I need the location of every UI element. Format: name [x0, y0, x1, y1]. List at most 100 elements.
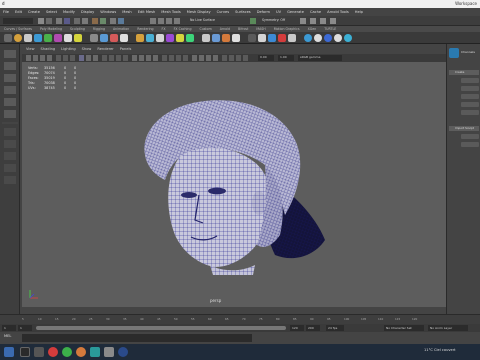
disc-icon[interactable] — [74, 34, 82, 42]
extrude-icon[interactable] — [136, 34, 144, 42]
maya-icon[interactable] — [90, 347, 100, 357]
create-button-1[interactable] — [461, 78, 479, 83]
range-start-field[interactable]: 1 — [18, 325, 32, 331]
menu-windows[interactable]: Windows — [100, 8, 116, 16]
panel-menu-panels[interactable]: Panels — [120, 44, 132, 54]
menu-mesh[interactable]: Mesh — [122, 8, 131, 16]
planar-map-icon[interactable] — [268, 34, 276, 42]
menu-mesh-tools[interactable]: Mesh Tools — [161, 8, 180, 16]
shelf-gear-icon[interactable] — [4, 34, 12, 42]
menu-deform[interactable]: Deform — [257, 8, 270, 16]
cube-icon[interactable] — [24, 34, 32, 42]
firefox-icon[interactable] — [76, 347, 86, 357]
separate-icon[interactable] — [100, 34, 108, 42]
menu-edit[interactable]: Edit — [15, 8, 22, 16]
import-button-2[interactable] — [461, 142, 479, 147]
file-explorer-icon[interactable] — [34, 347, 44, 357]
menu-create[interactable]: Create — [28, 8, 40, 16]
menu-arnold-tools[interactable]: Arnold Tools — [327, 8, 349, 16]
menu-help[interactable]: Help — [355, 8, 363, 16]
cone-icon[interactable] — [44, 34, 52, 42]
cylinder-icon[interactable] — [34, 34, 42, 42]
range-end-field[interactable]: 120 — [290, 325, 304, 331]
task-view-icon[interactable] — [20, 347, 30, 357]
status-line-icons[interactable] — [0, 16, 480, 26]
menu-curves[interactable]: Curves — [217, 8, 229, 16]
weather-widget[interactable]: 11°C Ciel couvert — [424, 348, 456, 352]
panel-menu-shading[interactable]: Shading — [41, 44, 56, 54]
viewport-toolbar-icons[interactable] — [22, 54, 446, 62]
modeling-toolkit-icon[interactable] — [449, 48, 459, 58]
smooth-brush-icon[interactable] — [314, 34, 322, 42]
time-slider[interactable]: 5 10 15 20 25 30 35 40 45 50 55 60 65 70… — [0, 314, 480, 324]
panel-menu-lighting[interactable]: Lighting — [61, 44, 76, 54]
flatten-brush-icon[interactable] — [344, 34, 352, 42]
plane-icon[interactable] — [64, 34, 72, 42]
gamma-field[interactable]: 1.00 — [280, 55, 287, 59]
workspace-label[interactable]: Workspace — [455, 0, 477, 8]
anim-layer-select[interactable]: No Anim Layer — [428, 325, 468, 331]
menu-surfaces[interactable]: Surfaces — [235, 8, 251, 16]
bevel-icon[interactable] — [156, 34, 164, 42]
uv-editor-icon[interactable] — [248, 34, 256, 42]
head-mesh[interactable] — [115, 95, 335, 275]
fill-hole-icon[interactable] — [176, 34, 184, 42]
extract-icon[interactable] — [110, 34, 118, 42]
menu-modify[interactable]: Modify — [63, 8, 75, 16]
import-button-1[interactable] — [461, 134, 479, 139]
section-import-sculpt[interactable]: Import Sculpt — [449, 126, 479, 131]
symmetry-label[interactable]: Symmetry: Off — [262, 18, 285, 22]
browser-icon[interactable] — [118, 347, 128, 357]
bridge-icon[interactable] — [146, 34, 154, 42]
opera-icon[interactable] — [48, 347, 58, 357]
create-button-4[interactable] — [461, 102, 479, 107]
sphere-icon[interactable] — [14, 34, 22, 42]
relax-brush-icon[interactable] — [334, 34, 342, 42]
colorspace-select[interactable]: sRGB gamma — [300, 55, 320, 59]
append-icon[interactable] — [166, 34, 174, 42]
fps-select[interactable]: 24 fps — [326, 325, 344, 331]
chrome-icon[interactable] — [62, 347, 72, 357]
menu-edit-mesh[interactable]: Edit Mesh — [138, 8, 156, 16]
create-button-5[interactable] — [461, 110, 479, 115]
menu-mesh-display[interactable]: Mesh Display — [187, 8, 211, 16]
multi-cut-icon[interactable] — [186, 34, 194, 42]
character-set-select[interactable]: No Character Set — [384, 325, 424, 331]
exposure-field[interactable]: 0.00 — [260, 55, 267, 59]
menu-display[interactable]: Display — [81, 8, 94, 16]
smooth-icon[interactable] — [120, 34, 128, 42]
anim-end-field[interactable]: 200 — [306, 325, 320, 331]
range-bar[interactable] — [36, 326, 286, 330]
panel-menu-show[interactable]: Show — [82, 44, 92, 54]
panel-tab-label[interactable]: Channels — [461, 50, 475, 54]
app-icon[interactable] — [104, 347, 114, 357]
section-create[interactable]: Create — [449, 70, 479, 75]
toolbox — [0, 44, 20, 314]
create-button-2[interactable] — [461, 86, 479, 91]
menu-generate[interactable]: Generate — [287, 8, 304, 16]
connect-icon[interactable] — [212, 34, 220, 42]
create-button-3[interactable] — [461, 94, 479, 99]
toolbox-icons[interactable] — [0, 44, 20, 314]
panel-menu-view[interactable]: View — [26, 44, 35, 54]
menu-file[interactable]: File — [3, 8, 9, 16]
target-weld-icon[interactable] — [202, 34, 210, 42]
torus-icon[interactable] — [54, 34, 62, 42]
checker-icon[interactable] — [258, 34, 266, 42]
mel-label[interactable]: MEL — [4, 334, 11, 338]
panel-menu-renderer[interactable]: Renderer — [97, 44, 113, 54]
anim-start-field[interactable]: 1 — [2, 325, 16, 331]
menu-select[interactable]: Select — [46, 8, 57, 16]
unfold-icon[interactable] — [278, 34, 286, 42]
quad-draw-icon[interactable] — [222, 34, 230, 42]
start-icon[interactable] — [4, 347, 14, 357]
mel-input[interactable] — [22, 334, 252, 342]
menu-uv[interactable]: UV — [276, 8, 281, 16]
menu-cache[interactable]: Cache — [310, 8, 321, 16]
grab-brush-icon[interactable] — [324, 34, 332, 42]
layout-icon[interactable] — [288, 34, 296, 42]
combine-icon[interactable] — [90, 34, 98, 42]
live-surface-label[interactable]: No Live Surface — [190, 18, 215, 22]
sculpt-icon[interactable] — [304, 34, 312, 42]
mirror-icon[interactable] — [232, 34, 240, 42]
